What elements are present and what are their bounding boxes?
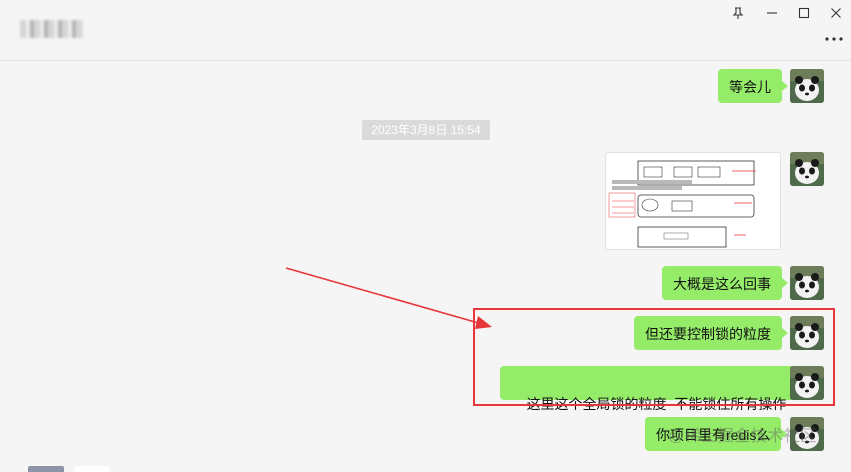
bottom-partial-element	[74, 466, 110, 472]
bottom-partial-element	[28, 466, 64, 472]
annotation-arrow	[285, 267, 492, 329]
